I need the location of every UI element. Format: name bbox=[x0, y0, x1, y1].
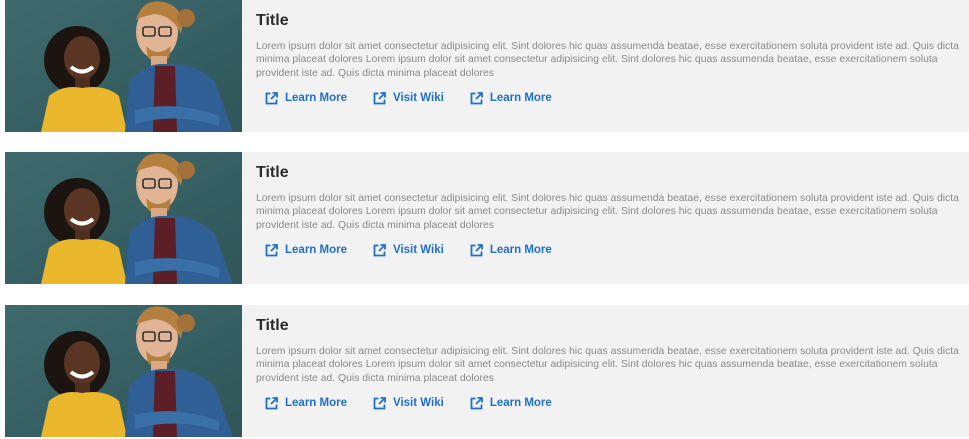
card-link-1[interactable]: Learn More bbox=[265, 243, 347, 257]
card-link-label: Visit Wiki bbox=[393, 397, 444, 410]
card-photo bbox=[5, 305, 242, 437]
card-link-1[interactable]: Learn More bbox=[265, 91, 347, 105]
card-link-3[interactable]: Learn More bbox=[470, 396, 552, 410]
card-link-2[interactable]: Visit Wiki bbox=[373, 243, 444, 257]
card-link-3[interactable]: Learn More bbox=[470, 91, 552, 105]
external-link-icon bbox=[470, 396, 483, 410]
card-links: Learn More Visit Wiki Learn More bbox=[256, 91, 969, 105]
card-link-label: Visit Wiki bbox=[393, 244, 444, 257]
card-photo bbox=[5, 0, 242, 132]
card-link-label: Learn More bbox=[285, 397, 347, 410]
card-link-2[interactable]: Visit Wiki bbox=[373, 91, 444, 105]
card-link-label: Learn More bbox=[489, 92, 552, 105]
external-link-icon bbox=[470, 243, 483, 257]
card-title: Title bbox=[256, 12, 289, 29]
card-link-label: Learn More bbox=[285, 92, 347, 105]
card-link-3[interactable]: Learn More bbox=[470, 243, 552, 257]
external-link-icon bbox=[373, 243, 386, 257]
card-description: Lorem ipsum dolor sit amet consectetur a… bbox=[256, 346, 959, 384]
external-link-icon bbox=[265, 396, 278, 410]
card-description: Lorem ipsum dolor sit amet consectetur a… bbox=[256, 193, 959, 231]
card-link-2[interactable]: Visit Wiki bbox=[373, 396, 444, 410]
card-photo bbox=[5, 152, 242, 284]
external-link-icon bbox=[265, 91, 278, 105]
card-link-label: Visit Wiki bbox=[393, 92, 444, 105]
card-link-label: Learn More bbox=[489, 397, 552, 410]
card-link-label: Learn More bbox=[285, 244, 347, 257]
card-content: Title Lorem ipsum dolor sit amet consect… bbox=[242, 0, 969, 132]
external-link-icon bbox=[265, 243, 278, 257]
card-link-label: Learn More bbox=[489, 244, 552, 257]
card-links: Learn More Visit Wiki Learn More bbox=[256, 396, 969, 410]
card-title: Title bbox=[256, 164, 289, 181]
card-title: Title bbox=[256, 317, 289, 334]
card-content: Title Lorem ipsum dolor sit amet consect… bbox=[242, 152, 969, 284]
media-card: Title Lorem ipsum dolor sit amet consect… bbox=[5, 152, 969, 284]
external-link-icon bbox=[470, 91, 483, 105]
external-link-icon bbox=[373, 91, 386, 105]
media-card: Title Lorem ipsum dolor sit amet consect… bbox=[5, 305, 969, 437]
card-link-1[interactable]: Learn More bbox=[265, 396, 347, 410]
card-links: Learn More Visit Wiki Learn More bbox=[256, 243, 969, 257]
card-list: Title Lorem ipsum dolor sit amet consect… bbox=[0, 0, 969, 439]
card-content: Title Lorem ipsum dolor sit amet consect… bbox=[242, 305, 969, 437]
external-link-icon bbox=[373, 396, 386, 410]
card-description: Lorem ipsum dolor sit amet consectetur a… bbox=[256, 41, 959, 79]
media-card: Title Lorem ipsum dolor sit amet consect… bbox=[5, 0, 969, 132]
